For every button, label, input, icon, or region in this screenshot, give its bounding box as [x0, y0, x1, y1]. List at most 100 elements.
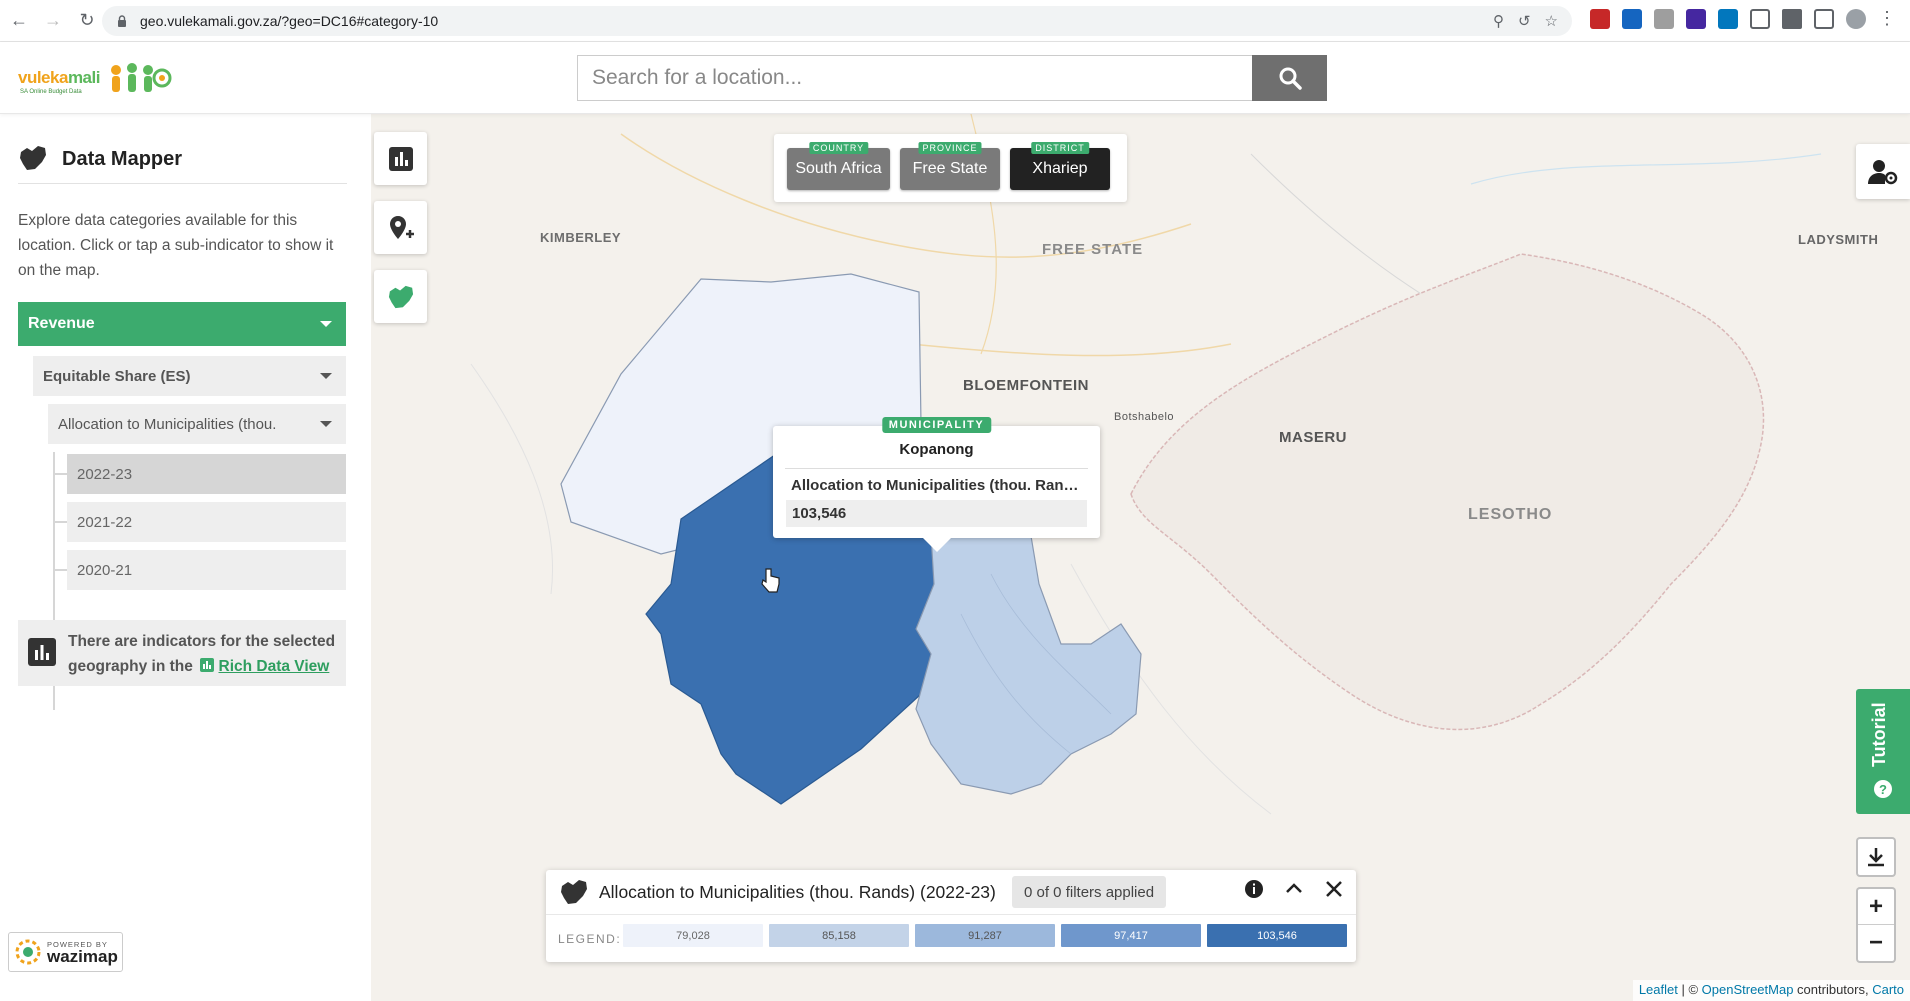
map-label-ladysmith: LADYSMITH: [1798, 232, 1879, 247]
help-icon: ?: [1874, 780, 1892, 798]
screenshot-icon[interactable]: [1750, 8, 1770, 29]
carto-link[interactable]: Carto: [1872, 982, 1904, 997]
panel-title: Data Mapper: [62, 148, 183, 170]
legend-divider: [546, 914, 1356, 915]
extension-icon[interactable]: [1654, 8, 1674, 29]
map-label-botshabelo: Botshabelo: [1114, 411, 1175, 423]
user-settings-icon: [1868, 159, 1898, 184]
rich-data-view-button[interactable]: [374, 132, 427, 185]
tooltip-tag: MUNICIPALITY: [881, 417, 992, 433]
breadcrumb-label: Free State: [912, 160, 988, 177]
rich-data-view-link[interactable]: Rich Data View: [219, 658, 330, 675]
map-label-free-state: FREE STATE: [1042, 241, 1144, 258]
profile-icon[interactable]: [1846, 8, 1866, 29]
south-africa-map-icon: [561, 880, 587, 904]
category-label: Revenue: [28, 315, 95, 332]
profile-settings-button[interactable]: [1856, 144, 1910, 199]
attribution-contrib: contributors,: [1793, 982, 1873, 997]
logo-text: vuleka: [18, 68, 68, 87]
zoom-icon[interactable]: ⚲: [1493, 12, 1504, 30]
panel-header: Data Mapper: [18, 144, 347, 184]
breadcrumb-province[interactable]: PROVINCE Free State: [900, 142, 1000, 190]
map-label-maseru: MASERU: [1279, 429, 1348, 446]
zoom-control: + −: [1856, 887, 1896, 963]
tree-tick: [55, 521, 67, 523]
sidepanel-icon[interactable]: [1814, 8, 1834, 29]
category-revenue[interactable]: Revenue: [18, 302, 346, 346]
panel-description: Explore data categories available for th…: [18, 212, 334, 279]
zoom-in-button[interactable]: +: [1858, 889, 1894, 925]
geography-breadcrumbs: COUNTRY South Africa PROVINCE Free State…: [774, 134, 1127, 202]
indicator-label: Allocation to Municipalities (thou.: [58, 415, 277, 433]
puzzle-icon[interactable]: [1782, 8, 1802, 29]
breadcrumb-tag: PROVINCE: [918, 142, 982, 154]
add-location-icon: [389, 215, 414, 239]
map-attribution: Leaflet | © OpenStreetMap contributors, …: [1632, 980, 1910, 1001]
extension-icon[interactable]: [1590, 8, 1610, 29]
close-icon[interactable]: [1324, 879, 1344, 899]
info-icon[interactable]: [1244, 879, 1264, 899]
osm-link[interactable]: OpenStreetMap: [1702, 982, 1794, 997]
breadcrumb-label: South Africa: [795, 160, 882, 177]
bar-chart-icon: [28, 638, 56, 666]
extension-icon[interactable]: [1622, 8, 1642, 29]
wazimap-text: wazimap: [47, 946, 118, 966]
share-icon[interactable]: ↺: [1518, 12, 1531, 30]
map-canvas[interactable]: KIMBERLEY FREE STATE BLOEMFONTEIN Botsha…: [371, 114, 1910, 1001]
breadcrumb-country[interactable]: COUNTRY South Africa: [787, 142, 890, 190]
tooltip-value: 103,546: [786, 500, 1087, 527]
breadcrumb-label: Xhariep: [1032, 160, 1088, 177]
data-mapper-panel: Data Mapper Explore data categories avai…: [0, 114, 371, 1001]
tree-tick: [55, 569, 67, 571]
map-tooltip: MUNICIPALITY Kopanong Allocation to Muni…: [773, 417, 1100, 552]
search-input[interactable]: [577, 55, 1252, 101]
address-bar[interactable]: geo.vulekamali.gov.za/?geo=DC16#category…: [102, 6, 1572, 36]
sub-indicator-2021-22[interactable]: 2021-22: [67, 502, 346, 542]
sub-indicator-2020-21[interactable]: 2020-21: [67, 550, 346, 590]
subcategory-equitable-share[interactable]: Equitable Share (ES): [33, 356, 346, 396]
tooltip-indicator: Allocation to Municipalities (thou. Rand…: [791, 477, 1086, 494]
tutorial-button[interactable]: Tutorial ?: [1856, 689, 1910, 814]
tutorial-label: Tutorial: [1869, 702, 1889, 767]
chevron-down-icon: [320, 321, 332, 327]
breadcrumb-tag: DISTRICT: [1031, 142, 1089, 154]
attribution-sep: | ©: [1677, 982, 1702, 997]
logo-subtitle: SA Online Budget Data: [20, 89, 82, 95]
tooltip-geo-name: Kopanong: [899, 441, 974, 458]
map-label-lesotho: LESOTHO: [1468, 506, 1553, 523]
breadcrumb-district[interactable]: DISTRICT Xhariep: [1010, 142, 1110, 190]
south-africa-map-icon: [20, 146, 46, 170]
chevron-up-icon[interactable]: [1284, 879, 1304, 899]
subcategory-label: Equitable Share (ES): [43, 367, 191, 385]
legend-swatch: 79,028: [623, 924, 763, 947]
powered-by-wazimap[interactable]: POWERED BY wazimap: [8, 932, 123, 972]
download-button[interactable]: [1856, 837, 1896, 877]
indicator-allocation[interactable]: Allocation to Municipalities (thou.: [48, 404, 346, 444]
legend-swatch: 97,417: [1061, 924, 1201, 947]
extension-icon[interactable]: [1686, 8, 1706, 29]
data-mapper-button[interactable]: [374, 270, 427, 323]
url-text: geo.vulekamali.gov.za/?geo=DC16#category…: [140, 13, 439, 29]
zoom-out-button[interactable]: −: [1858, 925, 1894, 961]
leaflet-link[interactable]: Leaflet: [1639, 982, 1678, 997]
forward-icon[interactable]: →: [38, 6, 68, 36]
point-mapper-button[interactable]: [374, 201, 427, 254]
search-button[interactable]: [1252, 55, 1327, 101]
wazimap-logo-icon: [15, 939, 41, 965]
south-africa-map-icon: [388, 285, 413, 308]
vulekamali-logo[interactable]: vulekamali SA Online Budget Data: [18, 56, 172, 102]
menu-icon[interactable]: ⋮: [1878, 8, 1896, 29]
back-icon[interactable]: ←: [4, 6, 34, 36]
reload-icon[interactable]: ↻: [72, 6, 102, 36]
bookmark-star-icon[interactable]: ☆: [1545, 12, 1558, 30]
filters-badge[interactable]: 0 of 0 filters applied: [1012, 876, 1167, 908]
logo-text: mali: [67, 68, 101, 87]
legend-swatch: 85,158: [769, 924, 909, 947]
sub-indicator-2022-23[interactable]: 2022-23: [67, 454, 346, 494]
extension-icon[interactable]: [1718, 8, 1738, 29]
map-label-kimberley: KIMBERLEY: [540, 230, 622, 245]
breadcrumb-tag: COUNTRY: [808, 142, 869, 154]
svg-text:?: ?: [1879, 782, 1887, 797]
legend-label: LEGEND:: [558, 932, 622, 946]
legend-title: Allocation to Municipalities (thou. Rand…: [599, 882, 996, 902]
